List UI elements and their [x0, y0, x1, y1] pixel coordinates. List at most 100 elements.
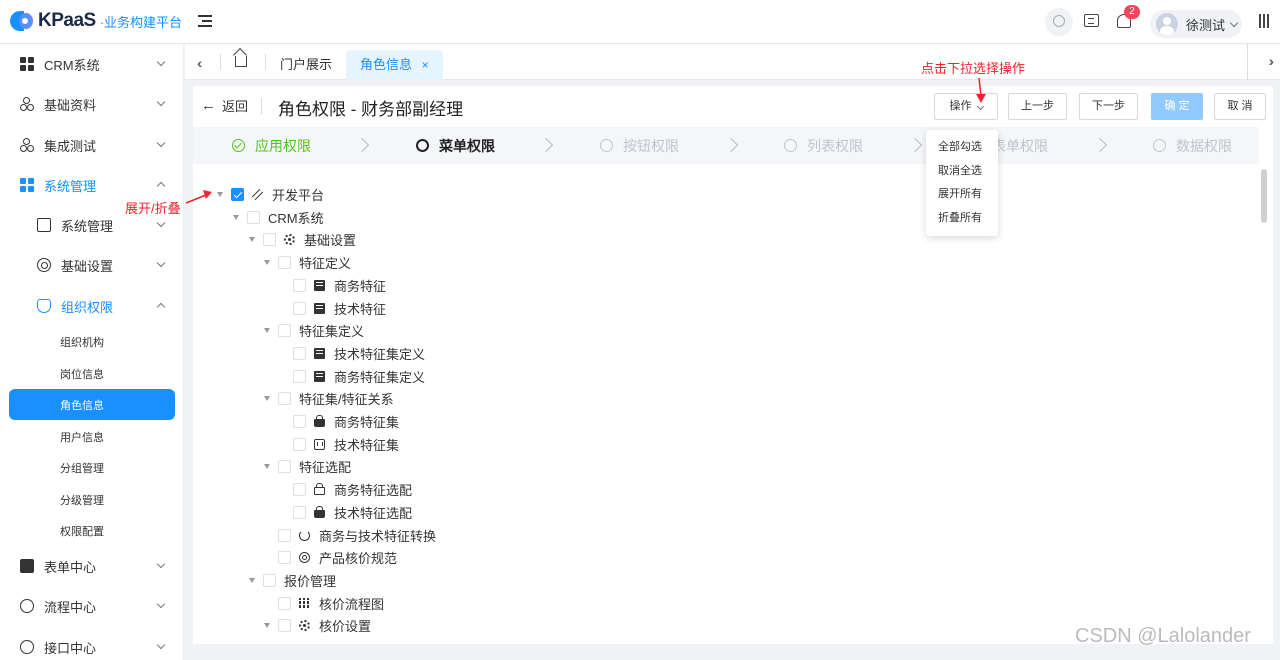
caret-down-icon[interactable]	[264, 622, 270, 628]
checkbox[interactable]	[293, 505, 306, 519]
tree-node[interactable]: 产品核价规范	[264, 546, 397, 568]
tab-portal[interactable]: 门户展示	[266, 50, 346, 80]
sidebar-leaf-role[interactable]: 角色信息	[9, 389, 175, 420]
sidebar-item-form-center[interactable]: 表单中心	[0, 546, 183, 586]
tree-node[interactable]: 报价管理	[249, 569, 336, 591]
checkbox[interactable]	[278, 459, 291, 473]
caret-spacer	[264, 601, 270, 606]
checkbox[interactable]	[231, 187, 244, 201]
caret-down-icon[interactable]	[264, 463, 270, 469]
next-step-button[interactable]: 下一步	[1079, 93, 1138, 120]
sidebar-leaf-position[interactable]: 岗位信息	[0, 358, 183, 389]
sidebar-item-basic-data[interactable]: 基础资料	[0, 84, 183, 124]
checkbox[interactable]	[293, 278, 306, 292]
caret-down-icon[interactable]	[233, 214, 239, 220]
sidebar-leaf-group[interactable]: 分组管理	[0, 452, 183, 483]
step-menu-permission[interactable]: 菜单权限	[416, 127, 495, 164]
tree-node[interactable]: 特征选配	[264, 455, 351, 477]
tree-node[interactable]: 基础设置	[249, 228, 356, 250]
checkbox[interactable]	[293, 346, 306, 360]
sidebar-leaf-user[interactable]: 用户信息	[0, 421, 183, 452]
caret-down-icon[interactable]	[217, 191, 223, 197]
sidebar-leaf-level[interactable]: 分级管理	[0, 484, 183, 515]
home-icon[interactable]	[235, 56, 247, 67]
tree-node[interactable]: 商务特征集定义	[279, 365, 425, 387]
settings-sliders-icon[interactable]	[1258, 14, 1270, 28]
checkbox[interactable]	[278, 323, 291, 337]
caret-down-icon[interactable]	[249, 577, 255, 583]
checkbox[interactable]	[293, 482, 306, 496]
back-button[interactable]: ← 返回	[201, 96, 248, 115]
checkbox[interactable]	[293, 437, 306, 451]
action-dropdown-button[interactable]: 操作	[934, 93, 998, 120]
checkbox[interactable]	[278, 255, 291, 269]
tree-node[interactable]: 商务与技术特征转换	[264, 524, 436, 546]
close-icon[interactable]: ×	[422, 58, 429, 72]
checkbox[interactable]	[263, 573, 276, 587]
sidebar-item-flow-center[interactable]: 流程中心	[0, 586, 183, 626]
divider	[220, 54, 221, 70]
action-dropdown-menu: 全部勾选 取消全选 展开所有 折叠所有	[926, 130, 998, 236]
tree-node[interactable]: 商务特征选配	[279, 478, 412, 500]
tabs-bar: ‹‹ 门户展示 角色信息 × ››	[185, 44, 1280, 80]
sidebar-item-label: 接口中心	[44, 640, 97, 656]
confirm-button[interactable]: 确 定	[1151, 93, 1203, 120]
search-icon[interactable]	[1045, 8, 1073, 36]
checkbox[interactable]	[278, 528, 291, 542]
sidebar-item-integration-test[interactable]: 集成测试	[0, 125, 183, 165]
message-icon[interactable]	[1084, 14, 1099, 27]
step-app-permission[interactable]: 应用权限	[232, 127, 311, 164]
checkbox[interactable]	[293, 301, 306, 315]
dropdown-item-expand-all[interactable]: 展开所有	[926, 183, 998, 207]
dropdown-item-collapse-all[interactable]: 折叠所有	[926, 207, 998, 231]
sidebar-subitem-basic-settings[interactable]: 基础设置	[0, 245, 183, 285]
scrollbar[interactable]	[1261, 169, 1267, 223]
sidebar-subitem-org-permissions[interactable]: 组织权限	[0, 286, 183, 326]
step-list-permission[interactable]: 列表权限	[784, 127, 863, 164]
tree-node[interactable]: 特征集/特征关系	[264, 387, 394, 409]
step-data-permission[interactable]: 数据权限	[1153, 127, 1232, 164]
dropdown-item-select-all[interactable]: 全部勾选	[926, 136, 998, 160]
caret-spacer	[279, 374, 285, 379]
checkbox[interactable]	[263, 232, 276, 246]
step-button-permission[interactable]: 按钮权限	[600, 127, 679, 164]
checkbox[interactable]	[278, 550, 291, 564]
caret-down-icon[interactable]	[264, 259, 270, 265]
dropdown-item-deselect-all[interactable]: 取消全选	[926, 160, 998, 184]
pen-icon	[251, 188, 264, 200]
tree-node[interactable]: 商务特征	[279, 274, 386, 296]
user-menu[interactable]: 徐测试	[1150, 10, 1242, 38]
caret-down-icon[interactable]	[264, 395, 270, 401]
tab-role-info[interactable]: 角色信息 ×	[346, 50, 443, 80]
sidebar-item-interface-center[interactable]: 接口中心	[0, 627, 183, 660]
checkbox[interactable]	[278, 596, 291, 610]
tree-node[interactable]: 特征定义	[264, 251, 351, 273]
prev-step-button[interactable]: 上一步	[1008, 93, 1067, 120]
checkbox[interactable]	[293, 369, 306, 383]
checkbox[interactable]	[293, 414, 306, 428]
tree-node[interactable]: 技术特征选配	[279, 501, 412, 523]
sidebar-leaf-permission-config[interactable]: 权限配置	[0, 515, 183, 546]
checkbox[interactable]	[247, 210, 260, 224]
sidebar-leaf-org[interactable]: 组织机构	[0, 326, 183, 357]
chevron-down-icon	[156, 57, 166, 67]
menu-collapse-icon[interactable]	[198, 15, 212, 27]
tree-node[interactable]: 核价设置	[264, 614, 371, 636]
tree-node[interactable]: 技术特征集	[279, 433, 399, 455]
sidebar-item-crm[interactable]: CRM系统	[0, 44, 183, 84]
caret-down-icon[interactable]	[264, 327, 270, 333]
cancel-button[interactable]: 取 消	[1214, 93, 1266, 120]
checkbox[interactable]	[278, 391, 291, 405]
tree-node[interactable]: 技术特征	[279, 297, 386, 319]
logo[interactable]: KPaaS ·业务构建平台	[10, 9, 182, 33]
tree-node[interactable]: CRM系统	[233, 206, 324, 228]
double-chevron-right-icon[interactable]: ››	[1269, 53, 1276, 69]
tree-node[interactable]: 商务特征集	[279, 410, 399, 432]
caret-down-icon[interactable]	[249, 236, 255, 242]
tree-node[interactable]: 特征集定义	[264, 319, 364, 341]
tree-node[interactable]: 核价流程图	[264, 592, 384, 614]
double-chevron-left-icon[interactable]: ‹‹	[197, 55, 204, 71]
tree-node[interactable]: 开发平台	[217, 183, 324, 205]
checkbox[interactable]	[278, 618, 291, 632]
tree-node[interactable]: 技术特征集定义	[279, 342, 425, 364]
